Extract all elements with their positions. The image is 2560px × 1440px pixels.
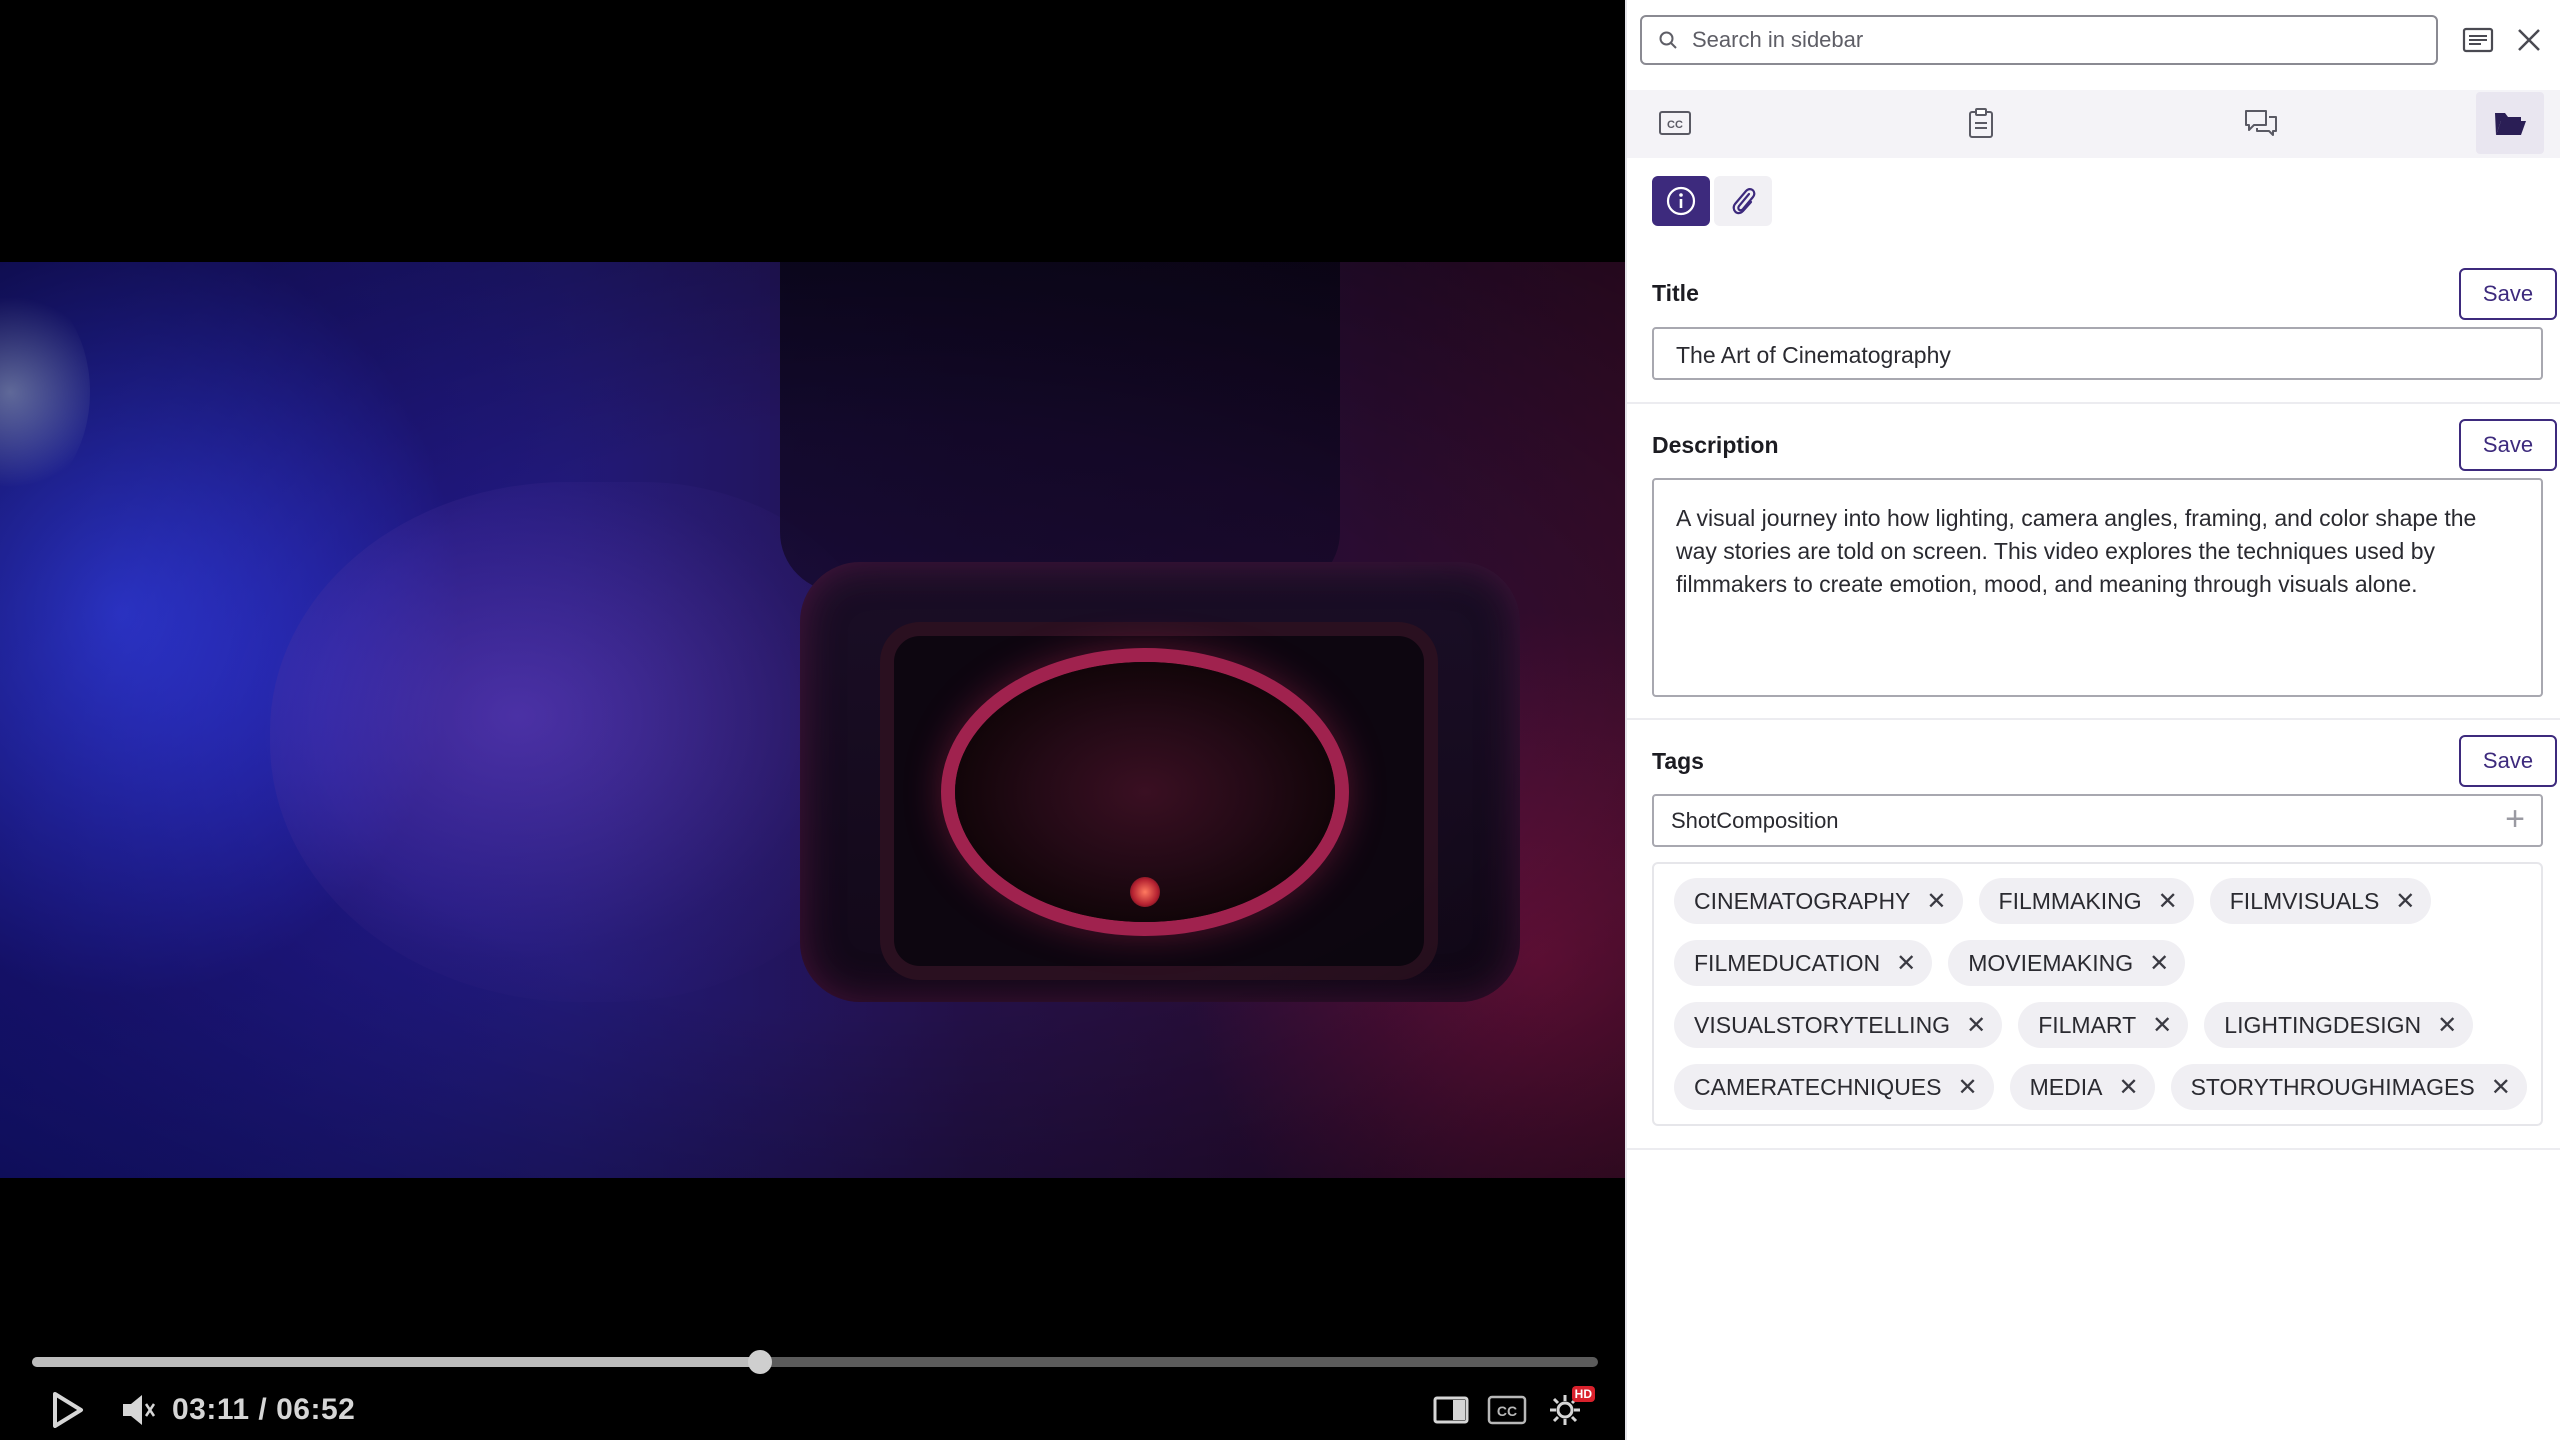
tag-label: FILMVISUALS — [2229, 887, 2380, 914]
description-label: Description — [1652, 432, 1779, 458]
search-box[interactable] — [1640, 15, 2438, 65]
remove-tag-icon[interactable]: ✕ — [2118, 1073, 2138, 1102]
theater-mode-button[interactable] — [1432, 1388, 1470, 1432]
tab-details[interactable] — [2476, 92, 2544, 154]
tag-row: FILMEDUCATION ✕ MOVIEMAKING ✕ — [1674, 940, 2521, 986]
tag-chip: STORYTHROUGHIMAGES ✕ — [2170, 1064, 2527, 1110]
tag-row: VISUALSTORYTELLING ✕ FILMART ✕ LIGHTINGDESIG… — [1674, 1002, 2521, 1048]
title-section: Title Save The Art of Cinematography — [1627, 258, 2560, 404]
title-label: Title — [1652, 280, 1699, 306]
tag-label: FILMMAKING — [1998, 887, 2142, 914]
mute-button[interactable] — [118, 1388, 158, 1432]
tag-chip: MEDIA ✕ — [2009, 1064, 2155, 1110]
settings-button[interactable]: HD — [1545, 1386, 1595, 1432]
title-field[interactable]: The Art of Cinematography — [1652, 327, 2543, 380]
remove-tag-icon[interactable]: ✕ — [1958, 1073, 1978, 1102]
remove-tag-icon[interactable]: ✕ — [1896, 949, 1916, 978]
tags-section: Tags Save ShotComposition + CINEMATOGRAP… — [1627, 718, 2560, 1150]
save-tags-button[interactable]: Save — [2459, 735, 2557, 787]
tab-captions[interactable]: CC — [1641, 92, 1709, 154]
transcript-button[interactable] — [2456, 18, 2500, 62]
folder-tab-icon — [2495, 113, 2526, 135]
svg-text:CC: CC — [1667, 119, 1683, 131]
tag-chip: FILMART ✕ — [2018, 1002, 2189, 1048]
volume-icon — [123, 1395, 156, 1425]
attachment-icon — [1732, 188, 1756, 215]
tag-label: VISUALSTORYTELLING — [1694, 1011, 1951, 1038]
progress-fill — [32, 1357, 761, 1367]
comments-tab-icon — [2245, 110, 2277, 136]
time-display: 03:11 / 06:52 — [172, 1393, 356, 1426]
save-description-button[interactable]: Save — [2459, 419, 2557, 471]
tag-label: MEDIA — [2029, 1073, 2103, 1100]
remove-tag-icon[interactable]: ✕ — [1926, 887, 1946, 916]
tag-chip: MOVIEMAKING ✕ — [1948, 940, 2186, 986]
search-icon — [1659, 31, 1677, 49]
remove-tag-icon[interactable]: ✕ — [2395, 887, 2415, 916]
remove-tag-icon[interactable]: ✕ — [2149, 949, 2169, 978]
tag-label: LIGHTINGDESIGN — [2224, 1011, 2422, 1038]
tag-chip: CAMERATECHNIQUES ✕ — [1674, 1064, 1994, 1110]
tag-input-value: ShotComposition — [1671, 808, 1839, 833]
svg-text:CC: CC — [1497, 1403, 1517, 1419]
subtab-attachments[interactable] — [1714, 176, 1772, 226]
notes-tab-icon — [1969, 108, 1993, 138]
captions-button[interactable]: CC — [1486, 1388, 1528, 1432]
tag-chip: FILMMAKING ✕ — [1978, 878, 2194, 924]
search-input[interactable] — [1690, 26, 2414, 54]
captions-tab-icon: CC — [1659, 111, 1691, 135]
play-button[interactable] — [48, 1388, 88, 1432]
tags-label: Tags — [1652, 748, 1704, 774]
detail-subtabs — [1652, 176, 1772, 226]
tag-row: CAMERATECHNIQUES ✕ MEDIA ✕ STORYTHROUGHIMAGE… — [1674, 1064, 2527, 1110]
video-frame[interactable] — [0, 262, 1625, 1178]
closed-captions-icon: CC — [1487, 1395, 1527, 1425]
remove-tag-icon[interactable]: ✕ — [2152, 1011, 2172, 1040]
info-icon — [1666, 186, 1696, 216]
tag-row: CINEMATOGRAPHY ✕ FILMMAKING ✕ FILMVISUALS ✕ — [1674, 878, 2521, 924]
tag-chip: LIGHTINGDESIGN ✕ — [2204, 1002, 2474, 1048]
description-field[interactable]: A visual journey into how lighting, came… — [1652, 478, 2543, 697]
tag-label: FILMEDUCATION — [1694, 949, 1881, 976]
remove-tag-icon[interactable]: ✕ — [2491, 1073, 2511, 1102]
progress-bar[interactable] — [32, 1350, 1598, 1374]
remove-tag-icon[interactable]: ✕ — [1966, 1011, 1986, 1040]
transcript-icon — [2462, 27, 2494, 53]
tag-chip: FILMVISUALS ✕ — [2209, 878, 2432, 924]
tag-label: FILMART — [2038, 1011, 2137, 1038]
description-section: Description Save A visual journey into h… — [1627, 402, 2560, 720]
close-sidebar-button[interactable] — [2507, 18, 2551, 62]
sidebar: CC Title Save The Art of Cinematography … — [1625, 0, 2560, 1440]
tag-label: STORYTHROUGHIMAGES — [2190, 1073, 2475, 1100]
theater-mode-icon — [1433, 1396, 1469, 1424]
tag-chip: VISUALSTORYTELLING ✕ — [1674, 1002, 2003, 1048]
progress-thumb[interactable] — [748, 1350, 773, 1374]
tag-chip: FILMEDUCATION ✕ — [1674, 940, 1933, 986]
remove-tag-icon[interactable]: ✕ — [2158, 887, 2178, 916]
close-icon — [2518, 29, 2540, 51]
subtab-info[interactable] — [1652, 176, 1710, 226]
player-controls: 03:11 / 06:52 CC HD — [0, 1330, 1625, 1440]
vignette — [0, 262, 1625, 1178]
remove-tag-icon[interactable]: ✕ — [2437, 1011, 2457, 1040]
plus-icon[interactable]: + — [2505, 802, 2525, 836]
play-icon — [53, 1392, 83, 1428]
tab-comments[interactable] — [2227, 92, 2295, 154]
tag-list: CINEMATOGRAPHY ✕ FILMMAKING ✕ FILMVISUALS ✕ FI… — [1652, 862, 2543, 1126]
tag-chip: CINEMATOGRAPHY ✕ — [1674, 878, 1963, 924]
hd-badge: HD — [1571, 1386, 1595, 1402]
tag-input[interactable]: ShotComposition + — [1652, 794, 2543, 847]
tag-label: MOVIEMAKING — [1968, 949, 2134, 976]
tag-label: CAMERATECHNIQUES — [1694, 1073, 1942, 1100]
sidebar-tabs: CC — [1627, 90, 2560, 158]
video-player[interactable]: 03:11 / 06:52 CC HD — [0, 0, 1625, 1440]
tab-notes[interactable] — [1947, 92, 2015, 154]
tag-label: CINEMATOGRAPHY — [1694, 887, 1911, 914]
title-value: The Art of Cinematography — [1676, 342, 1951, 368]
save-title-button[interactable]: Save — [2459, 268, 2557, 320]
